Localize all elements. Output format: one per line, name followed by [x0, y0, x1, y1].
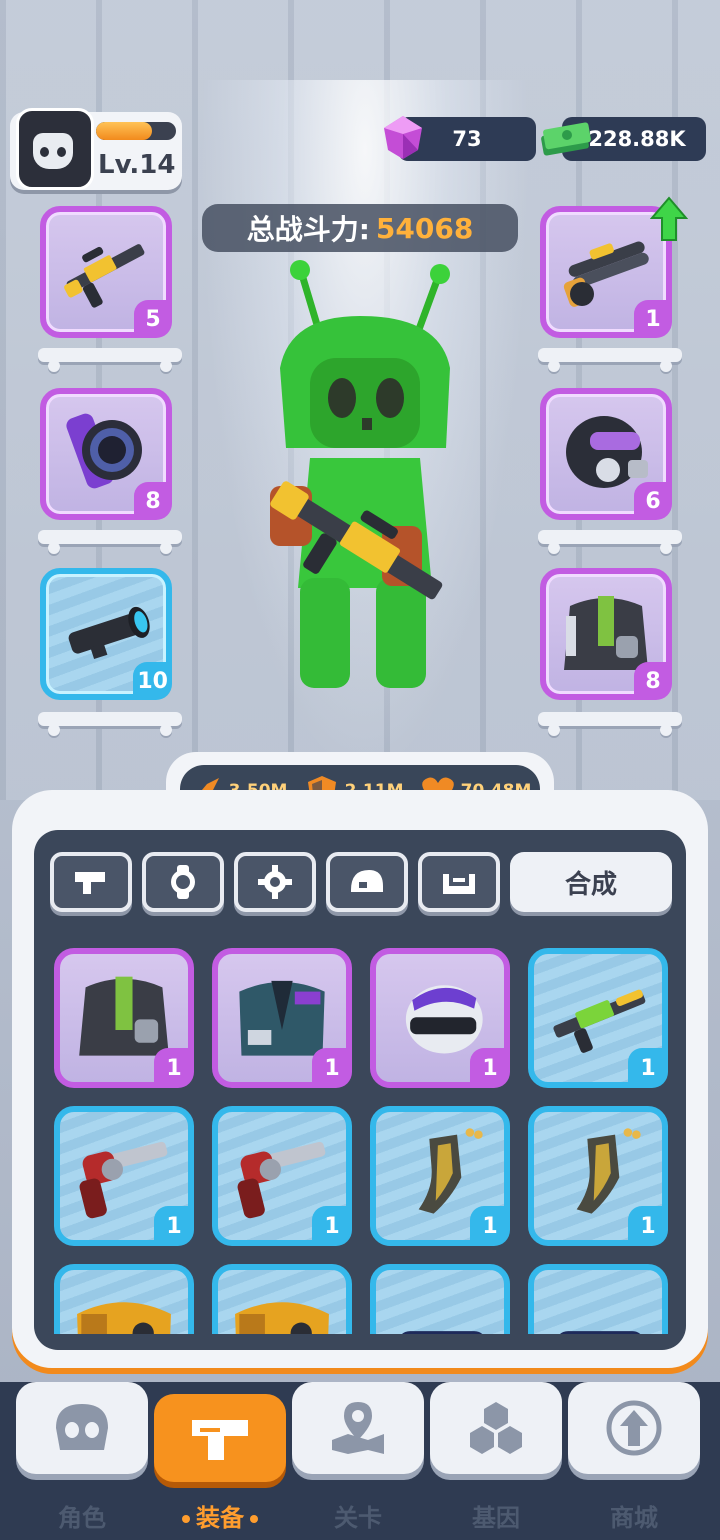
inventory-item[interactable]: 1 [212, 948, 352, 1088]
active-dot [250, 1515, 258, 1523]
nav-label-genes: 基因 [472, 1504, 520, 1532]
slot-count: 5 [134, 300, 172, 338]
nav-label-shop: 商城 [610, 1504, 658, 1532]
inventory-item[interactable] [528, 1264, 668, 1334]
shelf [38, 530, 182, 554]
tab-accessory[interactable] [142, 852, 224, 912]
skull-icon [33, 133, 73, 169]
backpack-armor-icon [79, 976, 169, 1056]
nav-label-equipment: 装备 [154, 1498, 286, 1533]
player-profile[interactable]: Lv.14 [10, 108, 182, 190]
nav-equipment[interactable] [154, 1394, 286, 1482]
shelf [538, 530, 682, 554]
avatar[interactable] [16, 108, 94, 190]
item-count: 1 [154, 1048, 194, 1088]
inventory-item[interactable]: 1 [370, 1106, 510, 1246]
shelf [538, 348, 682, 372]
shelf [38, 348, 182, 372]
yellow-vest-icon [77, 1302, 171, 1334]
inventory-row-clipped [50, 1260, 674, 1334]
item-count: 1 [312, 1048, 352, 1088]
tab-gear[interactable] [234, 852, 316, 912]
slot-count: 8 [634, 662, 672, 700]
equipped-slot-armor[interactable]: 8 [540, 568, 672, 700]
green-rifle-icon [553, 989, 646, 1053]
total-power-label: 总战斗力: [246, 213, 370, 246]
upgrade-arrow-icon[interactable] [650, 196, 688, 242]
magazine-icon [576, 1128, 641, 1214]
skull-icon [56, 1404, 108, 1450]
yellow-vest-icon [235, 1302, 329, 1334]
merge-button[interactable]: 合成 [510, 852, 672, 912]
helmet-icon [405, 985, 483, 1054]
gem-icon [384, 116, 422, 159]
equipped-slot-weapon[interactable]: 5 [40, 206, 172, 338]
nav-stages[interactable] [292, 1382, 424, 1474]
bottom-nav: 角色 装备 关卡 基因 商城 [0, 1382, 720, 1540]
hexagons-icon [470, 1402, 522, 1454]
suit-armor-icon [239, 980, 325, 1056]
inventory-item[interactable] [370, 1264, 510, 1334]
goggles-icon [401, 1331, 483, 1334]
inventory-item[interactable]: 1 [528, 1106, 668, 1246]
armor-icon [443, 874, 475, 894]
inventory-item[interactable]: 1 [54, 948, 194, 1088]
nav-label-stages: 关卡 [334, 1504, 382, 1532]
inventory-item[interactable]: 1 [370, 948, 510, 1088]
equipped-slot-accessory[interactable]: 8 [40, 388, 172, 520]
inventory-item[interactable]: 1 [528, 948, 668, 1088]
nav-genes[interactable] [430, 1382, 562, 1474]
active-dot [182, 1515, 190, 1523]
inventory-item[interactable] [212, 1264, 352, 1334]
gun-icon [75, 872, 105, 894]
shop-icon [606, 1400, 662, 1456]
gem-amount: 73 [452, 127, 482, 151]
slot-count: 6 [634, 482, 672, 520]
revolver-icon [79, 1141, 168, 1219]
tab-armor[interactable] [418, 852, 500, 912]
item-count: 1 [312, 1206, 352, 1246]
player-level: Lv.14 [98, 150, 176, 180]
cash-amount: 228.88K [588, 127, 686, 151]
cash-icon [541, 122, 591, 156]
item-count: 1 [154, 1206, 194, 1246]
helmet-icon [351, 870, 383, 892]
item-count: 1 [470, 1048, 510, 1088]
nav-label-character: 角色 [58, 1504, 106, 1532]
shelf [38, 712, 182, 736]
slot-count: 1 [634, 300, 672, 338]
slot-count: 8 [134, 482, 172, 520]
tab-helmet[interactable] [326, 852, 408, 912]
nav-shop[interactable] [568, 1382, 700, 1474]
inventory-item[interactable]: 1 [54, 1106, 194, 1246]
item-count: 1 [628, 1048, 668, 1088]
nav-character[interactable] [16, 1382, 148, 1474]
inventory-item[interactable]: 1 [212, 1106, 352, 1246]
item-count: 1 [628, 1206, 668, 1246]
tab-weapon[interactable] [50, 852, 132, 912]
watch-icon [171, 865, 195, 899]
item-count: 1 [470, 1206, 510, 1246]
inventory-panel: 合成 1 1 1 1 1 1 1 1 [12, 790, 708, 1368]
equipped-slot-scope[interactable]: 10 [40, 568, 172, 700]
xp-bar [96, 122, 176, 140]
xp-bar-fill [96, 122, 152, 140]
inventory-item[interactable] [54, 1264, 194, 1334]
gear-icon [258, 865, 292, 899]
map-pin-icon [332, 1402, 384, 1454]
gun-icon [192, 1420, 248, 1460]
shelf [538, 712, 682, 736]
magazine-icon [418, 1128, 483, 1214]
revolver-icon [237, 1141, 326, 1219]
total-power-value: 54068 [375, 211, 474, 245]
goggles-icon [559, 1331, 641, 1334]
equipped-slot-helmet[interactable]: 6 [540, 388, 672, 520]
total-power: 总战斗力: 54068 [202, 204, 518, 252]
character-model[interactable] [250, 258, 480, 698]
slot-count: 10 [133, 662, 172, 700]
nav-label-equipment-text: 装备 [196, 1504, 244, 1532]
